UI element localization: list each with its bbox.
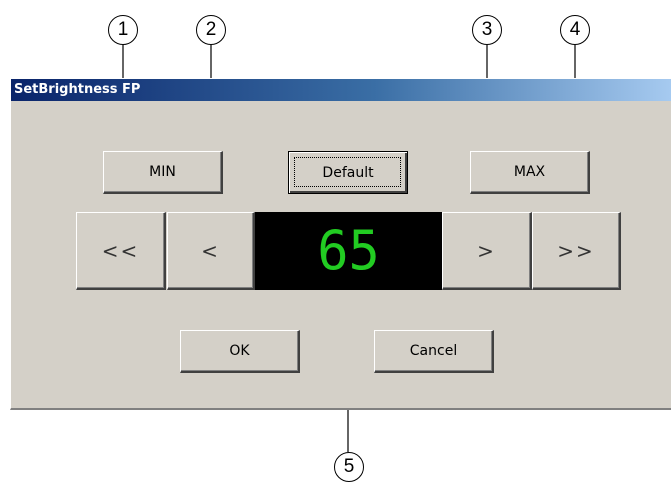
dialog-title: SetBrightness FP [14,82,141,97]
brightness-value-display: 65 [255,212,442,290]
cancel-button[interactable]: Cancel [374,330,494,373]
default-button[interactable]: Default [288,151,408,194]
dialog-title-bar: SetBrightness FP [11,79,671,101]
brightness-value: 65 [317,219,380,283]
ok-button[interactable]: OK [180,330,300,373]
callout-5: 5 [334,452,364,482]
min-button[interactable]: MIN [103,151,223,194]
default-button-label: Default [322,164,374,181]
decrease-large-button[interactable]: << [76,212,166,290]
increase-button[interactable]: > [442,212,532,290]
decrease-button[interactable]: < [167,212,255,290]
increase-large-button[interactable]: >> [532,212,621,290]
callout-3: 3 [472,15,502,45]
max-button[interactable]: MAX [470,151,590,194]
callout-2: 2 [196,15,226,45]
callout-4: 4 [560,15,590,45]
callout-1: 1 [108,15,138,45]
